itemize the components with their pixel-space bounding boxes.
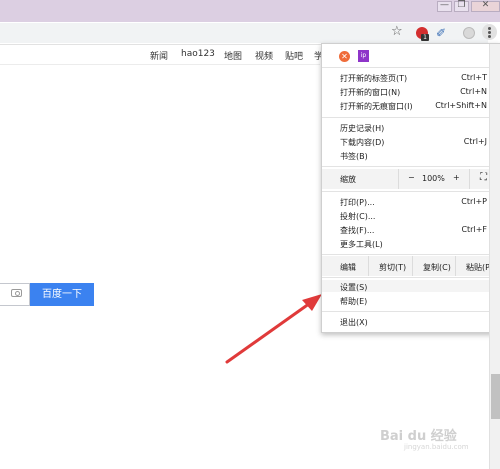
menu-separator bbox=[322, 166, 499, 167]
bookmark-star-icon[interactable]: ☆ bbox=[391, 24, 403, 39]
menu-find[interactable]: 查找(F)... bbox=[340, 225, 374, 236]
nav-tieba-link[interactable]: 贴吧 bbox=[285, 49, 303, 63]
nav-news-link[interactable]: 新闻 bbox=[150, 49, 168, 63]
zoom-value: 100% bbox=[422, 174, 445, 183]
nav-video-link[interactable]: 视频 bbox=[255, 49, 273, 63]
baidu-jingyan-watermark: Bai du 经验 bbox=[380, 429, 457, 444]
edit-divider bbox=[455, 256, 456, 276]
shortcut-find: Ctrl+F bbox=[461, 225, 487, 234]
extension-orange-icon[interactable]: ✕ bbox=[339, 51, 350, 62]
scrollbar-thumb[interactable] bbox=[491, 374, 500, 419]
nav-map-link[interactable]: 地图 bbox=[224, 49, 242, 63]
menu-new-window[interactable]: 打开新的窗口(N) bbox=[340, 87, 400, 98]
close-icon: ✕ bbox=[481, 0, 490, 10]
extension-feather-icon[interactable]: ✐ bbox=[436, 26, 448, 40]
menu-separator bbox=[322, 311, 499, 312]
window-title-bar: — ❐ ✕ bbox=[0, 0, 500, 22]
maximize-button[interactable]: ❐ bbox=[454, 0, 469, 12]
menu-dot-icon bbox=[488, 31, 491, 34]
zoom-divider bbox=[469, 169, 470, 189]
extension-gray-icon[interactable] bbox=[463, 27, 475, 39]
address-bar[interactable] bbox=[0, 23, 488, 43]
menu-dot-icon bbox=[488, 27, 491, 30]
shortcut-print: Ctrl+P bbox=[461, 197, 487, 206]
edit-divider bbox=[368, 256, 369, 276]
menu-dot-icon bbox=[488, 35, 491, 38]
close-window-button[interactable]: ✕ bbox=[471, 0, 500, 12]
chrome-menu-button[interactable] bbox=[482, 24, 497, 40]
zoom-row: 缩放 − 100% + ⛶ bbox=[322, 169, 499, 189]
edit-label: 编辑 bbox=[340, 263, 356, 272]
menu-separator bbox=[322, 67, 499, 68]
menu-bookmarks[interactable]: 书签(B) bbox=[340, 151, 368, 162]
menu-incognito-window[interactable]: 打开新的无痕窗口(I) bbox=[340, 101, 413, 112]
maximize-icon: ❐ bbox=[457, 0, 466, 10]
menu-settings[interactable]: 设置(S) bbox=[340, 282, 367, 293]
zoom-in-button[interactable]: + bbox=[453, 173, 460, 182]
shortcut-incognito: Ctrl+Shift+N bbox=[435, 101, 487, 110]
shortcut-new-window: Ctrl+N bbox=[460, 87, 487, 96]
watermark-url: jingyan.baidu.com bbox=[404, 443, 469, 451]
menu-separator bbox=[322, 191, 499, 192]
menu-more-tools[interactable]: 更多工具(L) bbox=[340, 239, 383, 250]
shortcut-new-tab: Ctrl+T bbox=[461, 73, 487, 82]
chrome-main-menu: ✕ ip 打开新的标签页(T) Ctrl+T 打开新的窗口(N) Ctrl+N … bbox=[321, 43, 500, 333]
camera-icon[interactable] bbox=[11, 289, 22, 297]
menu-separator bbox=[322, 117, 499, 118]
extension-badge: 1 bbox=[421, 34, 429, 41]
copy-button[interactable]: 复制(C) bbox=[423, 262, 451, 273]
page-scrollbar[interactable] bbox=[489, 44, 500, 469]
edit-divider bbox=[412, 256, 413, 276]
menu-downloads[interactable]: 下载内容(D) bbox=[340, 137, 384, 148]
zoom-divider bbox=[398, 169, 399, 189]
zoom-out-button[interactable]: − bbox=[408, 173, 415, 182]
extension-purple-icon[interactable]: ip bbox=[358, 50, 369, 62]
extension-red-icon[interactable]: 1 bbox=[416, 27, 429, 41]
menu-separator bbox=[322, 254, 499, 255]
shortcut-downloads: Ctrl+J bbox=[463, 137, 487, 146]
menu-cast[interactable]: 投射(C)... bbox=[340, 211, 375, 222]
search-button[interactable]: 百度一下 bbox=[30, 283, 94, 306]
cut-button[interactable]: 剪切(T) bbox=[379, 262, 406, 273]
zoom-label: 缩放 bbox=[340, 175, 356, 184]
menu-new-tab[interactable]: 打开新的标签页(T) bbox=[340, 73, 407, 84]
menu-exit[interactable]: 退出(X) bbox=[340, 317, 368, 328]
fullscreen-icon[interactable]: ⛶ bbox=[480, 172, 487, 183]
menu-separator bbox=[322, 277, 499, 278]
menu-help[interactable]: 帮助(E) bbox=[340, 296, 367, 307]
nav-divider bbox=[0, 64, 320, 65]
browser-toolbar: ☆ 1 ✐ bbox=[0, 22, 500, 45]
minimize-icon: — bbox=[440, 0, 449, 10]
minimize-button[interactable]: — bbox=[437, 0, 452, 12]
menu-history[interactable]: 历史记录(H) bbox=[340, 123, 384, 134]
menu-print[interactable]: 打印(P)... bbox=[340, 197, 375, 208]
nav-hao123-link[interactable]: hao123 bbox=[181, 49, 215, 63]
edit-row: 编辑 剪切(T) 复制(C) 粘贴(P) bbox=[322, 256, 499, 276]
